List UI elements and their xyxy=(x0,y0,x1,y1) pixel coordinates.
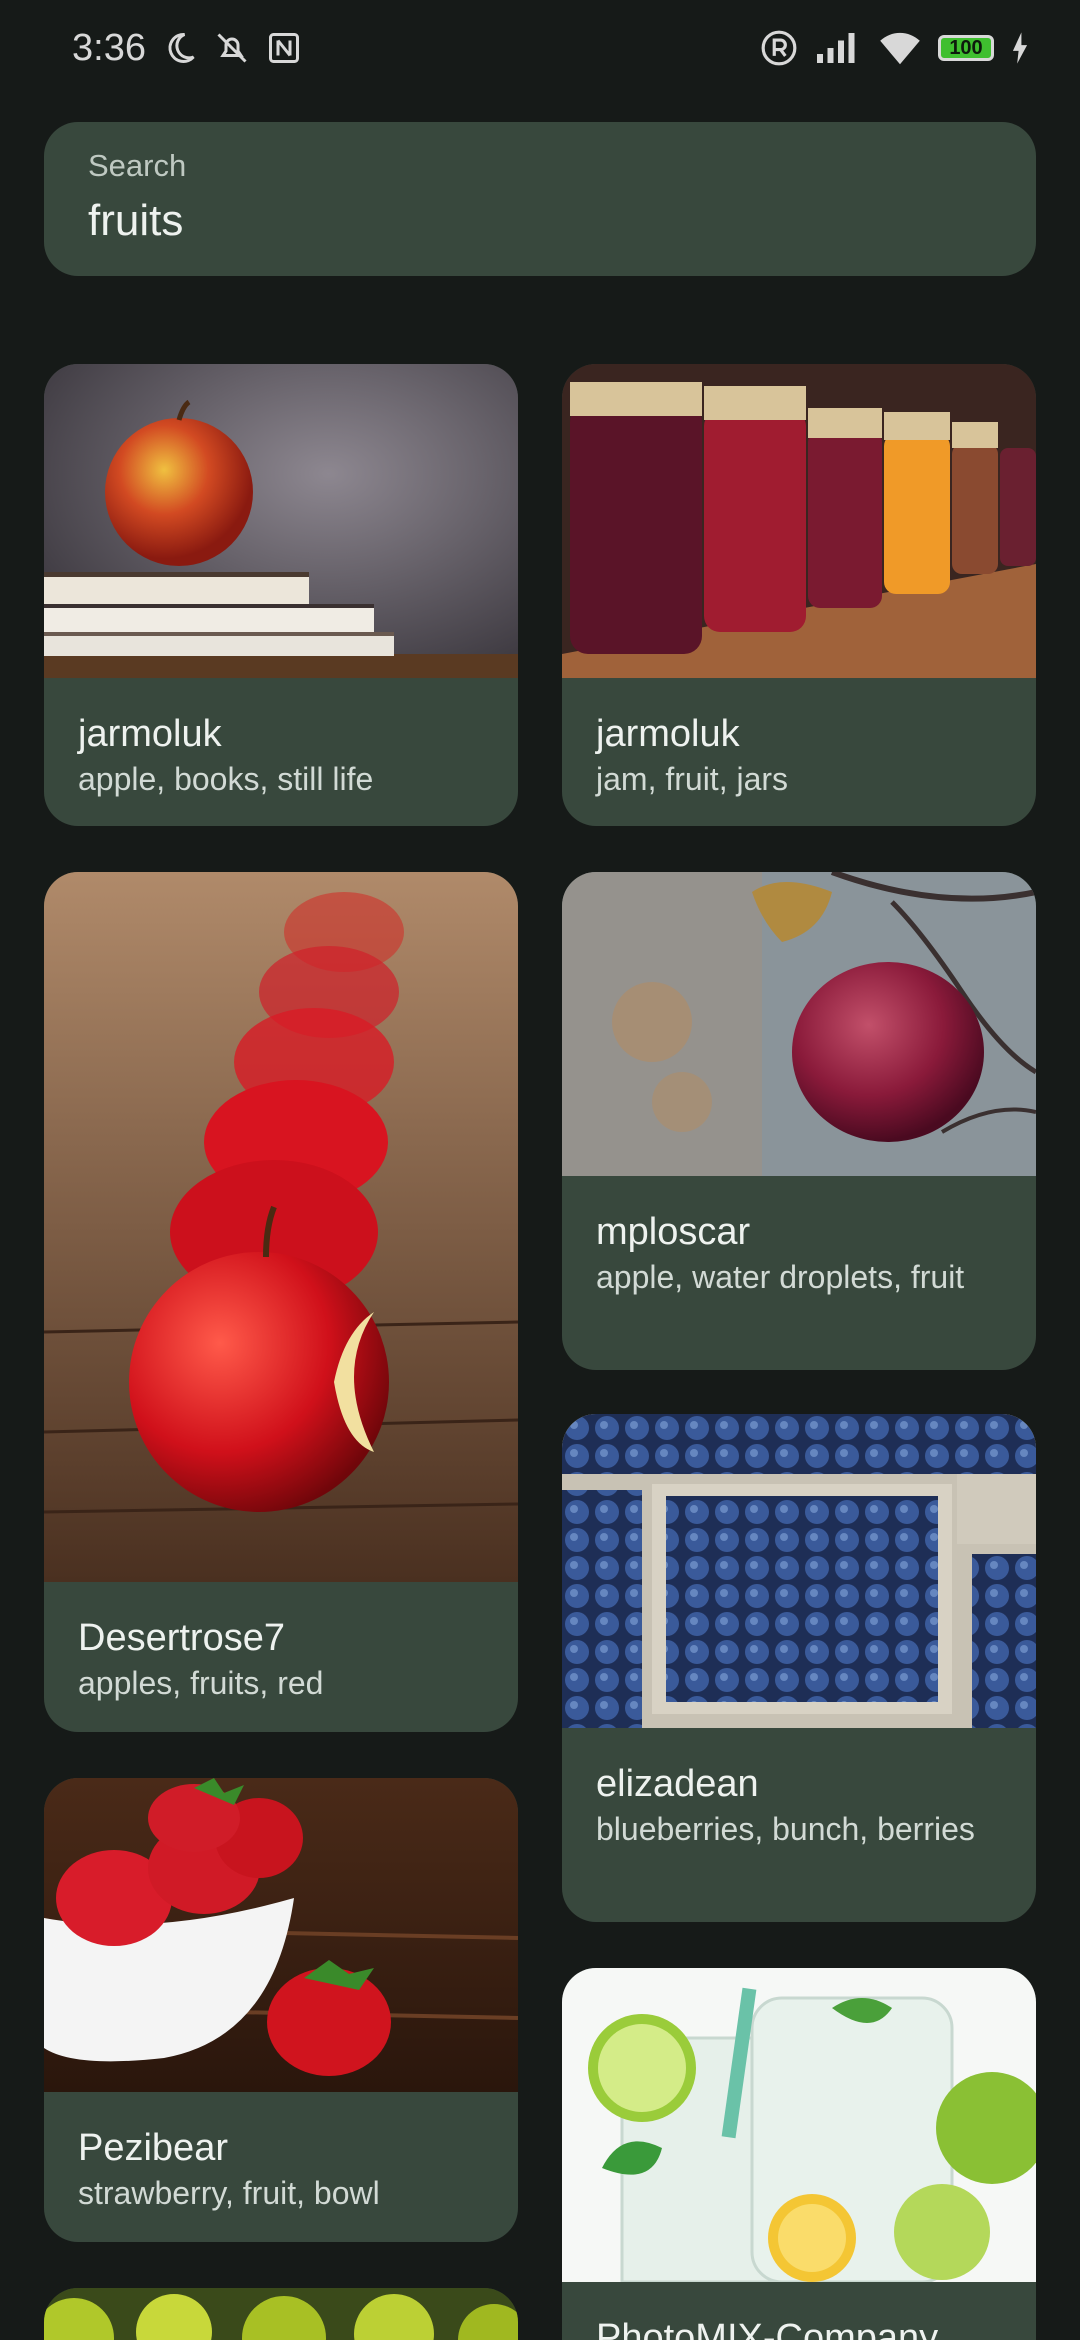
card-author: mploscar xyxy=(596,1211,751,1253)
status-time: 3:36 xyxy=(72,26,146,69)
battery-icon: 100 xyxy=(938,35,994,61)
card-image xyxy=(44,1778,518,2092)
card-image xyxy=(562,1968,1036,2282)
status-left: 3:36 xyxy=(72,27,302,70)
nfc-icon xyxy=(266,30,302,66)
card-author: elizadean xyxy=(596,1763,759,1805)
status-bar: 3:36 100 xyxy=(0,0,1080,96)
registered-icon xyxy=(760,29,798,67)
image-card[interactable]: Desertrose7 apples, fruits, red xyxy=(44,872,518,1732)
image-card[interactable]: jarmoluk apple, books, still life xyxy=(44,364,518,826)
card-tags: jam, fruit, jars xyxy=(596,761,789,797)
search-label: Search xyxy=(88,148,187,183)
card-info: Pezibear strawberry, fruit, bowl xyxy=(44,2092,518,2214)
moon-icon xyxy=(162,30,198,66)
card-info: PhotoMIX-Company xyxy=(562,2282,1036,2340)
image-card[interactable] xyxy=(44,2288,518,2340)
card-tags: apples, fruits, red xyxy=(78,1665,324,1701)
image-card[interactable]: PhotoMIX-Company xyxy=(562,1968,1036,2340)
card-image xyxy=(44,2288,518,2340)
card-tags: apple, books, still life xyxy=(78,761,374,797)
wifi-icon xyxy=(878,30,922,66)
search-field[interactable]: Search fruits xyxy=(44,122,1036,276)
image-card[interactable]: jarmoluk jam, fruit, jars xyxy=(562,364,1036,826)
image-card[interactable]: mploscar apple, water droplets, fruit xyxy=(562,872,1036,1370)
card-info: Desertrose7 apples, fruits, red xyxy=(44,1582,518,1704)
card-image xyxy=(562,872,1036,1176)
card-image xyxy=(44,872,518,1582)
card-info: elizadean blueberries, bunch, berries xyxy=(562,1728,1036,1850)
card-author: PhotoMIX-Company xyxy=(596,2317,939,2340)
card-image xyxy=(44,364,518,678)
card-info: jarmoluk apple, books, still life xyxy=(44,678,518,800)
card-image xyxy=(562,364,1036,678)
charging-icon xyxy=(1010,31,1030,65)
card-tags: strawberry, fruit, bowl xyxy=(78,2175,380,2211)
card-tags: blueberries, bunch, berries xyxy=(596,1811,975,1847)
card-image xyxy=(562,1414,1036,1728)
bell-off-icon xyxy=(214,30,250,66)
card-author: Desertrose7 xyxy=(78,1617,285,1659)
card-tags: apple, water droplets, fruit xyxy=(596,1259,965,1295)
image-card[interactable]: Pezibear strawberry, fruit, bowl xyxy=(44,1778,518,2242)
card-author: jarmoluk xyxy=(78,713,222,755)
image-card[interactable]: elizadean blueberries, bunch, berries xyxy=(562,1414,1036,1922)
status-right: 100 xyxy=(760,29,1030,67)
signal-icon xyxy=(814,30,862,66)
card-info: mploscar apple, water droplets, fruit xyxy=(562,1176,1036,1298)
card-author: Pezibear xyxy=(78,2127,228,2169)
card-info: jarmoluk jam, fruit, jars xyxy=(562,678,1036,800)
card-author: jarmoluk xyxy=(596,713,740,755)
search-input[interactable]: fruits xyxy=(88,196,992,246)
